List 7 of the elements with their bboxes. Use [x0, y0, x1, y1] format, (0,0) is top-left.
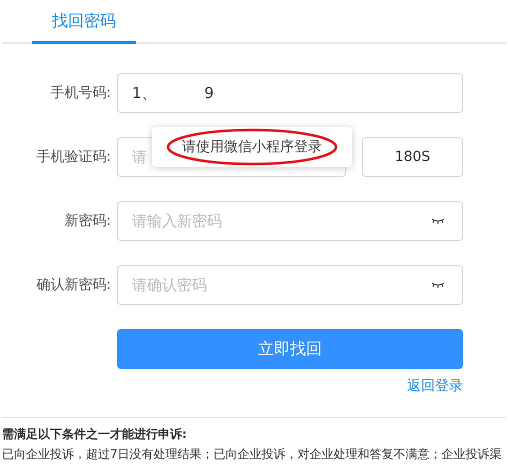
field-label: 确认新密码:	[35, 276, 112, 294]
field-label: 新密码:	[63, 212, 112, 230]
field-label: 手机验证码:	[35, 148, 112, 166]
field-label: 手机号码:	[49, 84, 112, 102]
tooltip-text: 请使用微信小程序登录	[182, 140, 322, 154]
notice-text: 已向企业投诉，超过7日没有处理结果；已向企业投诉，对企业处理和答复不满意；企业投诉渠	[2, 446, 503, 463]
notice-title: 需满足以下条件之一才能进行申诉:	[2, 426, 188, 443]
